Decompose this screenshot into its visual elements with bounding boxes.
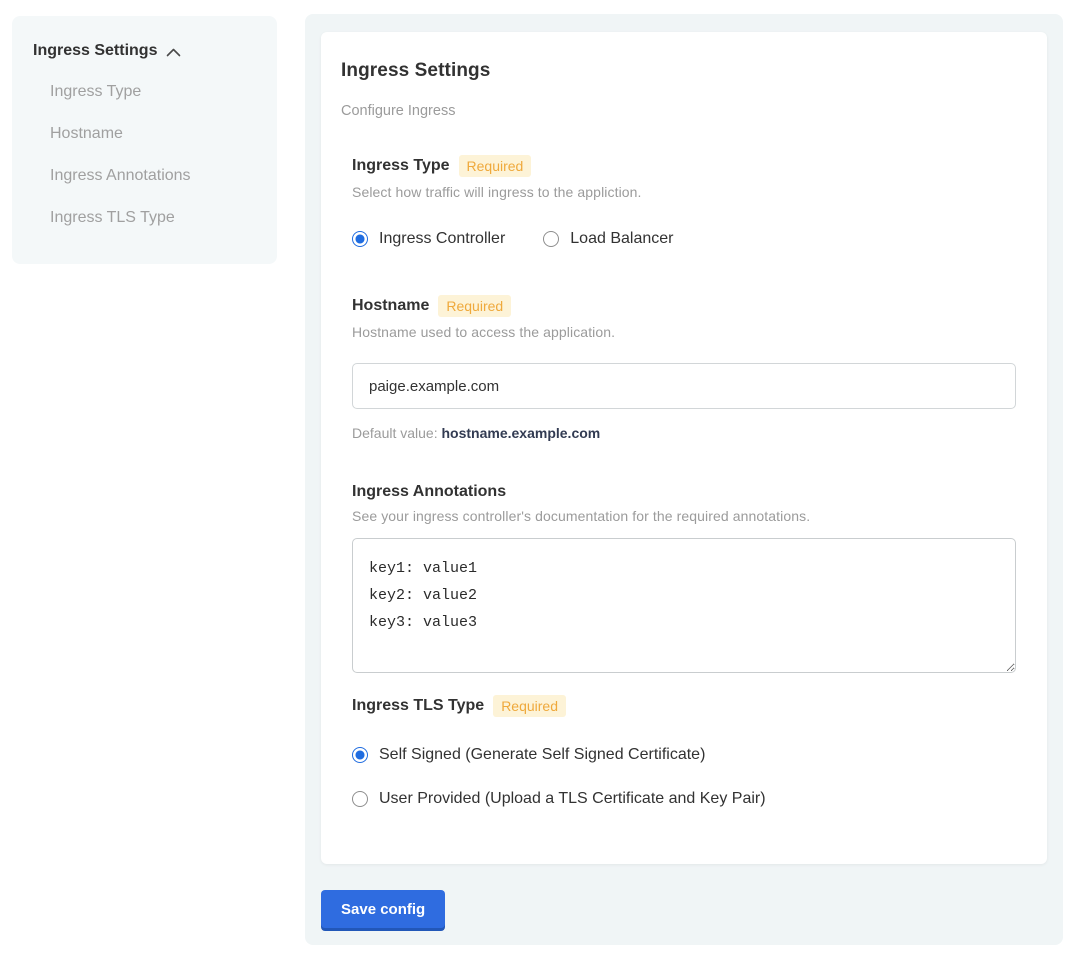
sidebar-item-ingress-tls-type[interactable]: Ingress TLS Type [50,208,257,228]
section-ingress-type: Ingress Type Required Select how traffic… [352,155,1016,248]
required-badge: Required [438,295,511,317]
section-hostname: Hostname Required Hostname used to acces… [352,295,1016,441]
radio-label: Load Balancer [570,230,673,248]
save-config-button[interactable]: Save config [321,890,445,928]
radio-label: User Provided (Upload a TLS Certificate … [379,790,766,808]
user-provided-radio[interactable] [352,791,368,807]
default-value-text: hostname.example.com [442,425,601,441]
default-value-label: Default value: [352,425,438,441]
tls-type-label: Ingress TLS Type [352,697,484,715]
page-subtitle: Configure Ingress [341,103,1016,119]
section-ingress-annotations: Ingress Annotations See your ingress con… [352,483,1016,673]
tls-type-radio-group: Self Signed (Generate Self Signed Certif… [352,746,1016,808]
hostname-help: Hostname used to access the application. [352,324,1016,340]
sidebar-group-ingress-settings[interactable]: Ingress Settings [33,42,257,60]
config-nav-sidebar: Ingress Settings Ingress Type Hostname I… [12,16,277,264]
sidebar-group-title: Ingress Settings [33,42,157,60]
hostname-input[interactable] [352,363,1016,409]
chevron-up-icon [166,48,181,57]
radio-option-user-provided[interactable]: User Provided (Upload a TLS Certificate … [352,790,1016,808]
ingress-settings-card: Ingress Settings Configure Ingress Ingre… [321,32,1047,864]
annotations-textarea[interactable] [352,538,1016,673]
radio-label: Ingress Controller [379,230,505,248]
sidebar-item-ingress-type[interactable]: Ingress Type [50,82,257,102]
radio-option-load-balancer[interactable]: Load Balancer [543,230,673,248]
sidebar-item-hostname[interactable]: Hostname [50,124,257,144]
sidebar-item-list: Ingress Type Hostname Ingress Annotation… [50,82,257,228]
page-title: Ingress Settings [341,60,1016,82]
ingress-type-help: Select how traffic will ingress to the a… [352,184,1016,200]
hostname-default-line: Default value: hostname.example.com [352,425,1016,441]
radio-option-ingress-controller[interactable]: Ingress Controller [352,230,505,248]
annotations-help: See your ingress controller's documentat… [352,508,1016,524]
radio-option-self-signed[interactable]: Self Signed (Generate Self Signed Certif… [352,746,1016,764]
annotations-label: Ingress Annotations [352,483,506,501]
ingress-type-radio-group: Ingress Controller Load Balancer [352,230,1016,248]
config-panel: Ingress Settings Configure Ingress Ingre… [305,14,1063,945]
required-badge: Required [459,155,532,177]
hostname-label: Hostname [352,297,429,315]
self-signed-radio[interactable] [352,747,368,763]
load-balancer-radio[interactable] [543,231,559,247]
sidebar-item-ingress-annotations[interactable]: Ingress Annotations [50,166,257,186]
section-ingress-tls-type: Ingress TLS Type Required Self Signed (G… [352,695,1016,808]
radio-label: Self Signed (Generate Self Signed Certif… [379,746,705,764]
required-badge: Required [493,695,566,717]
ingress-type-label: Ingress Type [352,157,450,175]
ingress-controller-radio[interactable] [352,231,368,247]
